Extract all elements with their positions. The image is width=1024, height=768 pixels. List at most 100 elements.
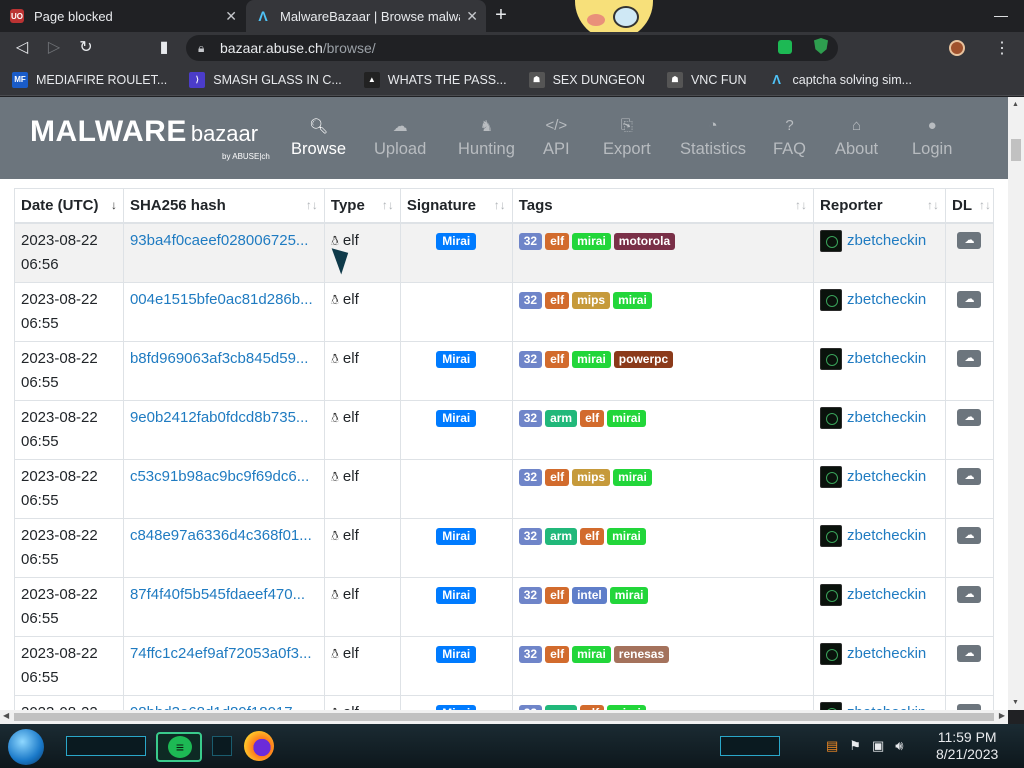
scroll-left-arrow-icon[interactable]: ◀ <box>3 711 9 720</box>
tag-badge[interactable]: elf <box>580 409 605 427</box>
bookmark-whats-the-pass[interactable]: ▲ WHATS THE PASS... <box>363 71 507 88</box>
signature-badge[interactable]: Mirai <box>436 527 477 545</box>
bookmark-smash-glass[interactable]: ⟩ SMASH GLASS IN C... <box>189 71 342 88</box>
tag-badge[interactable]: mirai <box>572 232 611 250</box>
tag-badge[interactable]: renesas <box>613 645 670 663</box>
site-logo[interactable]: MALWARE bazaar by ABUSE|ch <box>30 115 270 161</box>
hash-link[interactable]: 74ffc1c24ef9af72053a0f3... <box>130 645 312 662</box>
tag-badge[interactable]: mirai <box>613 291 652 309</box>
tag-badge[interactable]: mirai <box>607 409 646 427</box>
column-header-signature[interactable]: Signature ↑↓ <box>399 188 513 224</box>
scrollbar-thumb[interactable] <box>1011 139 1021 161</box>
bookmark-captcha-solving[interactable]: Λcaptcha solving sim... <box>768 71 912 88</box>
close-icon[interactable]: ✕ <box>225 8 237 25</box>
nav-faq[interactable]: ? FAQ <box>773 117 806 159</box>
reporter-link[interactable]: zbetcheckin <box>847 347 926 371</box>
tag-badge[interactable]: powerpc <box>613 350 674 368</box>
nav-login[interactable]: ● Login <box>912 117 952 159</box>
network-icon[interactable]: ▣ <box>872 738 884 754</box>
reload-icon[interactable]: ↻ <box>76 38 96 58</box>
reporter-link[interactable]: zbetcheckin <box>847 701 926 711</box>
tag-badge[interactable]: motorola <box>613 232 676 250</box>
tag-badge[interactable]: intel <box>572 586 607 604</box>
hash-link[interactable]: 87f4f40f5b545fdaeef470... <box>130 586 305 603</box>
nav-browse[interactable]: 🔍︎ Browse <box>291 117 346 159</box>
address-bar[interactable]: 🔒︎ bazaar.abuse.ch/browse/ <box>186 35 838 61</box>
tag-badge[interactable]: mips <box>572 291 611 309</box>
tag-badge[interactable]: elf <box>545 645 570 663</box>
bookmark-mediafire[interactable]: MF MEDIAFIRE ROULET... <box>12 71 167 88</box>
nav-upload[interactable]: ☁ Upload <box>374 117 426 159</box>
tab-malwarebazaar[interactable]: Λ MalwareBazaar | Browse malware s ✕ <box>246 0 486 32</box>
tag-badge[interactable]: 32 <box>518 350 543 368</box>
reporter-link[interactable]: zbetcheckin <box>847 583 926 607</box>
hash-link[interactable]: 004e1515bfe0ac81d286b... <box>130 291 313 308</box>
hash-link[interactable]: c848e97a6336d4c368f01... <box>130 527 312 544</box>
download-icon[interactable]: ☁ <box>957 585 982 603</box>
tag-badge[interactable]: 32 <box>518 232 543 250</box>
hash-link[interactable]: 93ba4f0caeef028006725... <box>130 232 309 249</box>
scroll-right-arrow-icon[interactable]: ▶ <box>999 711 1005 720</box>
bookmark-icon[interactable]: ▮ <box>154 38 174 58</box>
column-header-hash[interactable]: SHA256 hash ↑↓ <box>122 188 325 224</box>
extension-chat-icon[interactable] <box>778 40 792 54</box>
column-header-dl[interactable]: DL ↑↓ <box>944 188 995 224</box>
minimize-icon[interactable]: — <box>978 0 1024 32</box>
tag-badge[interactable]: mirai <box>572 645 611 663</box>
system-clock[interactable]: 11:59 PM 8/21/2023 <box>936 729 998 763</box>
reporter-link[interactable]: zbetcheckin <box>847 288 926 312</box>
download-icon[interactable]: ☁ <box>957 290 982 308</box>
tag-badge[interactable]: mirai <box>613 468 652 486</box>
download-icon[interactable]: ☁ <box>957 467 982 485</box>
column-header-date[interactable]: Date (UTC) ↓ <box>14 188 124 224</box>
tray-app-icon[interactable]: ▤ <box>826 738 838 754</box>
reporter-link[interactable]: zbetcheckin <box>847 465 926 489</box>
start-button[interactable] <box>8 729 44 765</box>
tag-badge[interactable]: elf <box>580 527 605 545</box>
tag-badge[interactable]: 32 <box>518 527 543 545</box>
tag-badge[interactable]: elf <box>545 586 570 604</box>
tag-badge[interactable]: elf <box>545 232 570 250</box>
tag-badge[interactable]: 32 <box>518 586 543 604</box>
nav-hunting[interactable]: ♞ Hunting <box>458 117 515 159</box>
signature-badge[interactable]: Mirai <box>436 409 477 427</box>
tag-badge[interactable]: 32 <box>518 468 543 486</box>
signature-badge[interactable]: Mirai <box>436 350 477 368</box>
scroll-down-arrow-icon[interactable]: ▼ <box>1012 699 1020 706</box>
signature-badge[interactable]: Mirai <box>436 645 477 663</box>
tag-badge[interactable]: elf <box>545 291 570 309</box>
close-icon[interactable]: ✕ <box>466 8 478 25</box>
nav-api[interactable]: </> API <box>543 117 570 159</box>
signature-badge[interactable]: Mirai <box>436 586 477 604</box>
column-header-type[interactable]: Type ↑↓ <box>323 188 401 224</box>
download-icon[interactable]: ☁ <box>957 231 982 249</box>
tag-badge[interactable]: arm <box>545 527 578 545</box>
menu-icon[interactable]: ⋮ <box>994 38 1010 58</box>
tag-badge[interactable]: elf <box>545 468 570 486</box>
nav-export[interactable]: ⎘ Export <box>603 117 651 159</box>
reporter-link[interactable]: zbetcheckin <box>847 229 926 253</box>
horizontal-scrollbar[interactable]: ◀ ▶ <box>0 710 1008 724</box>
back-icon[interactable]: ◁ <box>12 38 32 58</box>
nav-statistics[interactable]: ◔ Statistics <box>680 117 746 159</box>
tab-page-blocked[interactable]: UO Page blocked ✕ <box>0 0 245 32</box>
volume-icon[interactable]: 🔊︎ <box>895 738 903 754</box>
new-tab-button[interactable]: + <box>489 4 513 28</box>
signature-badge[interactable]: Mirai <box>436 232 477 250</box>
reporter-link[interactable]: zbetcheckin <box>847 406 926 430</box>
tag-badge[interactable]: arm <box>545 409 578 427</box>
tag-badge[interactable]: mirai <box>607 527 646 545</box>
reporter-link[interactable]: zbetcheckin <box>847 524 926 548</box>
tag-badge[interactable]: mirai <box>572 350 611 368</box>
bookmark-sex-dungeon[interactable]: ☗ SEX DUNGEON <box>528 71 645 88</box>
bookmark-vnc-fun[interactable]: ☗ VNC FUN <box>666 71 747 88</box>
profile-avatar[interactable] <box>949 40 965 56</box>
flag-icon[interactable]: ⚑ <box>849 738 861 754</box>
nav-about[interactable]: ⌂ About <box>835 117 878 159</box>
reporter-link[interactable]: zbetcheckin <box>847 642 926 666</box>
download-icon[interactable]: ☁ <box>957 644 982 662</box>
column-header-reporter[interactable]: Reporter ↑↓ <box>813 188 946 224</box>
taskbar-chat-app-icon[interactable] <box>156 732 202 762</box>
tag-badge[interactable]: 32 <box>518 409 543 427</box>
column-header-tags[interactable]: Tags ↑↓ <box>511 188 815 224</box>
